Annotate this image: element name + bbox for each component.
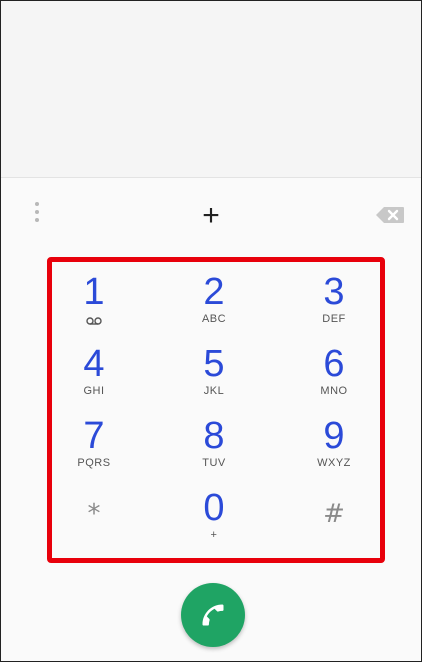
key-letters: ABC xyxy=(201,313,227,325)
call-history-area xyxy=(1,1,421,177)
key-digit: 0 xyxy=(203,487,225,529)
voicemail-icon xyxy=(86,313,102,325)
dialed-number[interactable]: + xyxy=(111,194,311,238)
key-digit: 9 xyxy=(323,415,345,457)
key-letters: TUV xyxy=(202,457,226,469)
phone-icon xyxy=(202,604,224,626)
number-entry-row: + xyxy=(1,192,421,240)
key-symbol: # xyxy=(323,499,345,529)
key-3[interactable]: 3 DEF xyxy=(279,272,389,344)
backspace-icon[interactable] xyxy=(375,206,405,224)
key-digit: 5 xyxy=(203,343,225,385)
key-6[interactable]: 6 MNO xyxy=(279,344,389,416)
call-button[interactable] xyxy=(181,583,245,647)
key-letters: PQRS xyxy=(77,457,111,469)
key-letters: GHI xyxy=(83,385,105,397)
key-7[interactable]: 7 PQRS xyxy=(39,416,149,488)
key-letters: + xyxy=(210,529,218,541)
key-letters: MNO xyxy=(320,385,348,397)
key-digit: 4 xyxy=(83,343,105,385)
dialpad: + 1 2 ABC 3 DEF 4 GHI 5 JKL 6 MNO 7 PQRS… xyxy=(1,178,421,661)
key-letters: DEF xyxy=(322,313,346,325)
key-2[interactable]: 2 ABC xyxy=(159,272,269,344)
key-digit: 1 xyxy=(83,271,105,313)
key-star[interactable]: * xyxy=(39,488,149,560)
key-9[interactable]: 9 WXYZ xyxy=(279,416,389,488)
key-pound[interactable]: # xyxy=(279,488,389,560)
key-digit: 2 xyxy=(203,271,225,313)
key-digit: 7 xyxy=(83,415,105,457)
phone-screen: + 1 2 ABC 3 DEF 4 GHI 5 JKL 6 MNO 7 PQRS… xyxy=(0,0,422,662)
key-0[interactable]: 0 + xyxy=(159,488,269,560)
key-5[interactable]: 5 JKL xyxy=(159,344,269,416)
key-digit: 6 xyxy=(323,343,345,385)
key-digit: 3 xyxy=(323,271,345,313)
key-symbol: * xyxy=(87,499,101,529)
key-letters: WXYZ xyxy=(317,457,351,469)
key-8[interactable]: 8 TUV xyxy=(159,416,269,488)
key-4[interactable]: 4 GHI xyxy=(39,344,149,416)
key-letters: JKL xyxy=(203,385,225,397)
more-vert-icon[interactable] xyxy=(33,202,41,226)
key-digit: 8 xyxy=(203,415,225,457)
key-1[interactable]: 1 xyxy=(39,272,149,344)
